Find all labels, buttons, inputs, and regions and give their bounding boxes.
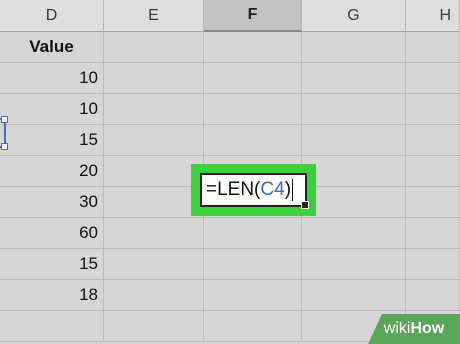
column-header-e[interactable]: E [104,0,204,32]
column-header-d[interactable]: D [0,0,104,32]
cell[interactable] [104,125,204,156]
cell[interactable] [406,125,460,156]
formula-reference: C4 [260,179,285,200]
cell[interactable] [104,156,204,187]
cell[interactable] [104,187,204,218]
formula-prefix: =LEN( [206,179,261,200]
cell-d-value[interactable]: 30 [0,187,104,218]
cell-d-header[interactable]: Value [0,32,104,63]
cell[interactable] [406,94,460,125]
cell[interactable] [204,63,302,94]
reference-highlight-c4 [0,116,8,150]
cell[interactable] [302,156,406,187]
cell[interactable] [104,94,204,125]
cell[interactable] [204,280,302,311]
watermark-text-part-1: wiki [383,320,411,337]
cell-d-value[interactable]: 10 [0,94,104,125]
cell[interactable] [406,156,460,187]
cell-d-value[interactable]: 15 [0,125,104,156]
cell[interactable] [406,218,460,249]
cell-d-value[interactable]: 10 [0,63,104,94]
cell[interactable] [302,187,406,218]
cell[interactable] [302,94,406,125]
cell[interactable] [104,63,204,94]
cell[interactable] [204,32,302,63]
cell[interactable] [406,249,460,280]
cell-d-value[interactable]: 60 [0,218,104,249]
cell[interactable] [302,32,406,63]
cell[interactable] [406,187,460,218]
cell[interactable] [204,218,302,249]
cell[interactable] [104,280,204,311]
cell-d-value[interactable]: 15 [0,249,104,280]
cell[interactable] [406,63,460,94]
watermark-text-part-2: How [410,320,445,337]
column-header-h[interactable]: H [406,0,460,32]
formula-cell-editor[interactable]: =LEN(C4) [200,173,309,209]
cell[interactable] [104,32,204,63]
formula-suffix: ) [284,179,292,200]
wikihow-watermark: wiki How [368,314,460,344]
column-header-g[interactable]: G [302,0,406,32]
cell[interactable] [406,32,460,63]
cell[interactable] [204,94,302,125]
cell[interactable] [204,125,302,156]
cell[interactable] [406,280,460,311]
cell-d-value[interactable]: 18 [0,280,104,311]
cell[interactable] [302,280,406,311]
fill-handle[interactable] [301,201,309,209]
cell[interactable] [104,311,204,342]
cell-d-value[interactable] [0,311,104,342]
cell[interactable] [302,125,406,156]
cell[interactable] [302,249,406,280]
cell[interactable] [104,249,204,280]
cell[interactable] [302,63,406,94]
column-header-f[interactable]: F [204,0,302,32]
text-caret [292,179,294,201]
cell[interactable] [204,311,302,342]
cell-d-value[interactable]: 20 [0,156,104,187]
cell[interactable] [302,218,406,249]
cell[interactable] [104,218,204,249]
cell[interactable] [204,249,302,280]
